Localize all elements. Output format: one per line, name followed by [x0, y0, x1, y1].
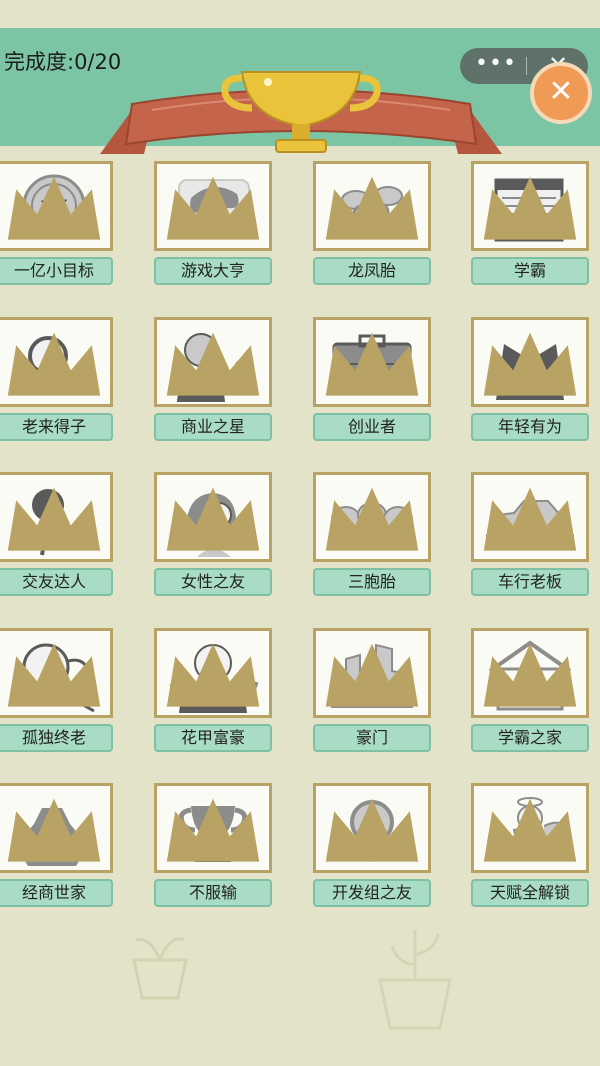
achievement-grid: 1亿一亿小目标游戏大亨龙凤胎学霸老来得子商业之星创业者年轻有为交友达人女性之友三… [0, 0, 600, 1066]
achievement-item[interactable]: 不服输 [151, 775, 275, 915]
crown-icon [325, 176, 419, 240]
achievement-label: 创业者 [313, 413, 431, 441]
crown-icon [7, 798, 101, 862]
achievement-item[interactable]: 交友达人 [0, 464, 116, 604]
crown-icon [7, 332, 101, 396]
achievement-card[interactable] [471, 317, 589, 407]
crown-icon [166, 176, 260, 240]
crown-icon [7, 487, 101, 551]
achievement-label: 女性之友 [154, 568, 272, 596]
achievement-item[interactable]: 女性之友 [151, 464, 275, 604]
achievement-label: 孤独终老 [0, 724, 113, 752]
achievement-label: 商业之星 [154, 413, 272, 441]
crown-icon [166, 798, 260, 862]
achievement-card[interactable] [154, 472, 272, 562]
achievement-label: 学霸 [471, 257, 589, 285]
crown-icon [166, 487, 260, 551]
achievement-label: 车行老板 [471, 568, 589, 596]
crown-icon [483, 487, 577, 551]
achievement-item[interactable]: 孤独终老 [0, 620, 116, 760]
achievement-label: 开发组之友 [313, 879, 431, 907]
achievement-label: 年轻有为 [471, 413, 589, 441]
achievement-card[interactable] [313, 783, 431, 873]
achievement-card[interactable] [313, 161, 431, 251]
achievement-card[interactable] [313, 628, 431, 718]
achievement-item[interactable]: 1亿一亿小目标 [0, 153, 116, 293]
crown-icon [325, 798, 419, 862]
achievement-label: 交友达人 [0, 568, 113, 596]
achievement-item[interactable]: 学霸 [468, 153, 592, 293]
achievement-item[interactable]: 商业之星 [151, 309, 275, 449]
achievement-card[interactable] [471, 628, 589, 718]
crown-icon [7, 176, 101, 240]
achievement-card[interactable] [0, 317, 113, 407]
achievement-item[interactable]: 年轻有为 [468, 309, 592, 449]
achievement-card[interactable]: 1亿 [0, 161, 113, 251]
achievement-card[interactable] [154, 628, 272, 718]
achievement-item[interactable]: 天赋全解锁 [468, 775, 592, 915]
achievement-card[interactable] [154, 783, 272, 873]
crown-icon [483, 176, 577, 240]
achievement-item[interactable]: 三胞胎 [310, 464, 434, 604]
crown-icon [166, 332, 260, 396]
achievement-label: 花甲富豪 [154, 724, 272, 752]
achievement-item[interactable]: 花甲富豪 [151, 620, 275, 760]
achievement-item[interactable]: 游戏大亨 [151, 153, 275, 293]
achievement-label: 学霸之家 [471, 724, 589, 752]
achievement-item[interactable]: 老来得子 [0, 309, 116, 449]
crown-icon [325, 487, 419, 551]
crown-icon [483, 643, 577, 707]
achievement-label: 不服输 [154, 879, 272, 907]
crown-icon [325, 332, 419, 396]
achievement-card[interactable] [154, 161, 272, 251]
achievement-label: 三胞胎 [313, 568, 431, 596]
crown-icon [483, 332, 577, 396]
achievement-card[interactable] [313, 472, 431, 562]
achievement-item[interactable]: 学霸之家 [468, 620, 592, 760]
crown-icon [7, 643, 101, 707]
crown-icon [483, 798, 577, 862]
achievement-card[interactable] [0, 628, 113, 718]
achievement-card[interactable]: $ [0, 783, 113, 873]
achievement-card[interactable] [471, 783, 589, 873]
achievement-label: 经商世家 [0, 879, 113, 907]
achievement-item[interactable]: 豪门 [310, 620, 434, 760]
achievement-label: 龙凤胎 [313, 257, 431, 285]
achievement-label: 游戏大亨 [154, 257, 272, 285]
achievement-card[interactable] [471, 472, 589, 562]
achievement-card[interactable] [154, 317, 272, 407]
crown-icon [325, 643, 419, 707]
achievement-item[interactable]: 车行老板 [468, 464, 592, 604]
achievement-card[interactable] [471, 161, 589, 251]
achievement-label: 一亿小目标 [0, 257, 113, 285]
achievement-item[interactable]: $ 经商世家 [0, 775, 116, 915]
achievement-label: 天赋全解锁 [471, 879, 589, 907]
achievement-label: 豪门 [313, 724, 431, 752]
achievement-item[interactable]: 创业者 [310, 309, 434, 449]
achievement-item[interactable]: 龙凤胎 [310, 153, 434, 293]
achievement-card[interactable] [313, 317, 431, 407]
achievement-card[interactable] [0, 472, 113, 562]
achievement-item[interactable]: 开发组之友 [310, 775, 434, 915]
crown-icon [166, 643, 260, 707]
achievement-label: 老来得子 [0, 413, 113, 441]
